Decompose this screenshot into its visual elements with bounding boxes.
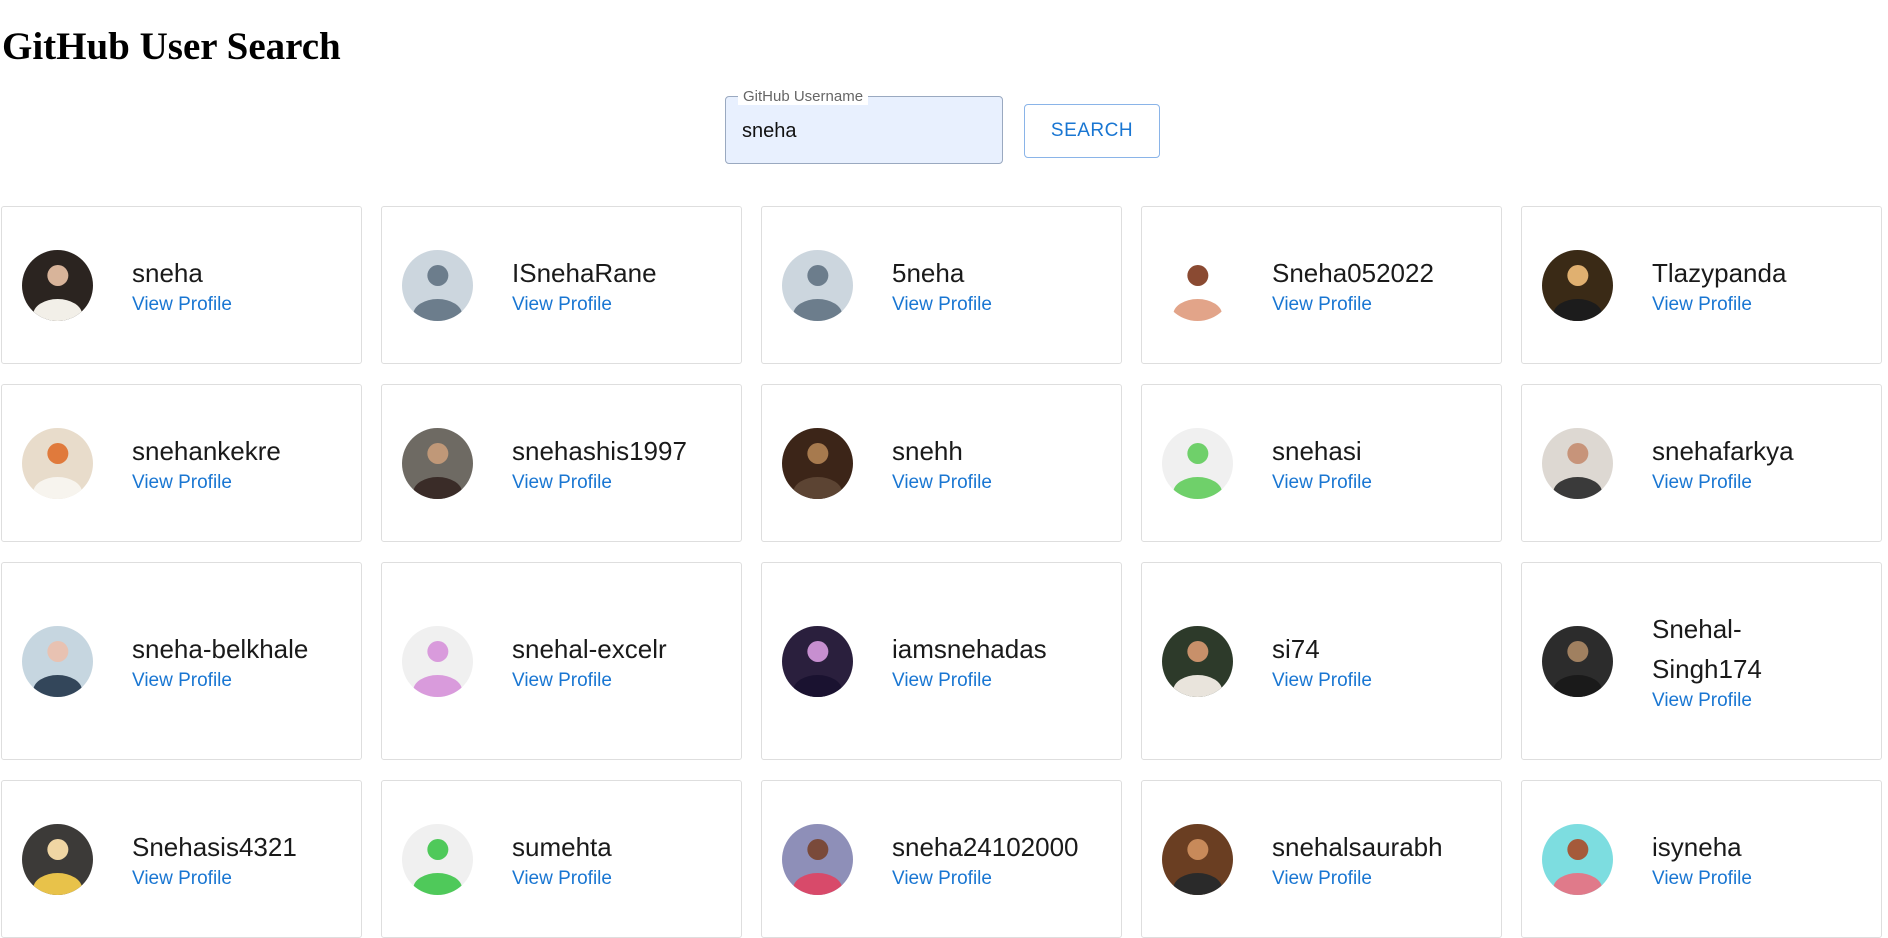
view-profile-link[interactable]: View Profile bbox=[1652, 293, 1752, 317]
user-login: Snehasis4321 bbox=[132, 832, 297, 862]
user-login: snehal-excelr bbox=[512, 634, 667, 664]
avatar bbox=[402, 249, 473, 321]
user-login: sumehta bbox=[512, 832, 612, 862]
user-login: sneha-belkhale bbox=[132, 634, 309, 664]
view-profile-link[interactable]: View Profile bbox=[1272, 669, 1372, 693]
user-login: snehashis1997 bbox=[512, 436, 687, 466]
user-card: snehashis1997 View Profile bbox=[381, 384, 742, 542]
avatar bbox=[22, 823, 93, 895]
user-login: Tlazypanda bbox=[1652, 258, 1787, 288]
user-card: 5neha View Profile bbox=[761, 206, 1122, 364]
user-login: iamsnehadas bbox=[892, 634, 1047, 664]
view-profile-link[interactable]: View Profile bbox=[892, 669, 992, 693]
avatar bbox=[1542, 427, 1613, 499]
user-login: snehh bbox=[892, 436, 963, 466]
page-title: GitHub User Search bbox=[2, 25, 341, 68]
avatar bbox=[1162, 249, 1233, 321]
view-profile-link[interactable]: View Profile bbox=[1272, 471, 1372, 495]
user-login: sneha bbox=[132, 258, 203, 288]
view-profile-link[interactable]: View Profile bbox=[1652, 689, 1752, 713]
user-card: snehafarkya View Profile bbox=[1521, 384, 1882, 542]
user-card: sumehta View Profile bbox=[381, 780, 742, 938]
avatar bbox=[782, 625, 853, 697]
user-login: snehankekre bbox=[132, 436, 281, 466]
view-profile-link[interactable]: View Profile bbox=[892, 867, 992, 891]
user-card: snehal-excelr View Profile bbox=[381, 562, 742, 760]
view-profile-link[interactable]: View Profile bbox=[1272, 867, 1372, 891]
user-login: si74 bbox=[1272, 634, 1320, 664]
avatar bbox=[1162, 823, 1233, 895]
avatar bbox=[1542, 249, 1613, 321]
user-login: snehalsaurabh bbox=[1272, 832, 1443, 862]
view-profile-link[interactable]: View Profile bbox=[132, 293, 232, 317]
user-card: iamsnehadas View Profile bbox=[761, 562, 1122, 760]
view-profile-link[interactable]: View Profile bbox=[1272, 293, 1372, 317]
avatar bbox=[1542, 823, 1613, 895]
search-button[interactable]: SEARCH bbox=[1024, 104, 1160, 158]
user-login: sneha24102000 bbox=[892, 832, 1079, 862]
view-profile-link[interactable]: View Profile bbox=[892, 293, 992, 317]
user-login: 5neha bbox=[892, 258, 965, 288]
user-card: Snehal-Singh174 View Profile bbox=[1521, 562, 1882, 760]
username-field[interactable]: GitHub Username bbox=[725, 88, 1003, 164]
view-profile-link[interactable]: View Profile bbox=[892, 471, 992, 495]
user-card: snehh View Profile bbox=[761, 384, 1122, 542]
avatar bbox=[782, 249, 853, 321]
user-login: snehasi bbox=[1272, 436, 1362, 466]
view-profile-link[interactable]: View Profile bbox=[1652, 471, 1752, 495]
user-card: Sneha052022 View Profile bbox=[1141, 206, 1502, 364]
view-profile-link[interactable]: View Profile bbox=[132, 669, 232, 693]
view-profile-link[interactable]: View Profile bbox=[512, 293, 612, 317]
avatar bbox=[1162, 625, 1233, 697]
avatar bbox=[402, 427, 473, 499]
view-profile-link[interactable]: View Profile bbox=[132, 471, 232, 495]
user-card: snehalsaurabh View Profile bbox=[1141, 780, 1502, 938]
user-card: sneha View Profile bbox=[1, 206, 362, 364]
user-card: Snehasis4321 View Profile bbox=[1, 780, 362, 938]
user-card: ISnehaRane View Profile bbox=[381, 206, 742, 364]
avatar bbox=[1542, 625, 1613, 697]
user-card: snehasi View Profile bbox=[1141, 384, 1502, 542]
user-login: ISnehaRane bbox=[512, 258, 657, 288]
user-card: si74 View Profile bbox=[1141, 562, 1502, 760]
user-login: Sneha052022 bbox=[1272, 258, 1434, 288]
user-card: sneha-belkhale View Profile bbox=[1, 562, 362, 760]
avatar bbox=[22, 625, 93, 697]
view-profile-link[interactable]: View Profile bbox=[512, 669, 612, 693]
user-login: isyneha bbox=[1652, 832, 1742, 862]
view-profile-link[interactable]: View Profile bbox=[132, 867, 232, 891]
user-card: sneha24102000 View Profile bbox=[761, 780, 1122, 938]
avatar bbox=[402, 823, 473, 895]
user-login: snehafarkya bbox=[1652, 436, 1794, 466]
user-card: Tlazypanda View Profile bbox=[1521, 206, 1882, 364]
user-login: Snehal-Singh174 bbox=[1652, 614, 1762, 684]
user-card: isyneha View Profile bbox=[1521, 780, 1882, 938]
view-profile-link[interactable]: View Profile bbox=[512, 867, 612, 891]
avatar bbox=[1162, 427, 1233, 499]
username-input[interactable] bbox=[742, 109, 982, 153]
avatar bbox=[22, 427, 93, 499]
view-profile-link[interactable]: View Profile bbox=[1652, 867, 1752, 891]
user-results-grid: sneha View Profile ISnehaRane View Profile… bbox=[1, 206, 1883, 938]
avatar bbox=[782, 823, 853, 895]
avatar bbox=[402, 625, 473, 697]
avatar bbox=[22, 249, 93, 321]
view-profile-link[interactable]: View Profile bbox=[512, 471, 612, 495]
user-card: snehankekre View Profile bbox=[1, 384, 362, 542]
avatar bbox=[782, 427, 853, 499]
username-field-label: GitHub Username bbox=[738, 88, 869, 105]
